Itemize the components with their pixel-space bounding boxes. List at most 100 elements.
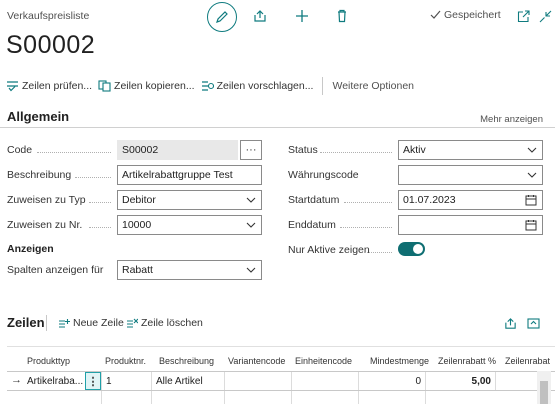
checkmark-icon [430, 10, 441, 19]
assign-type-label: Zuweisen zu Typ [7, 194, 117, 206]
cell-zeilenrabatt[interactable]: 5,00 [425, 372, 495, 390]
code-field: S00002 [117, 140, 238, 160]
status-value: Aktiv [403, 144, 426, 156]
description-label: Beschreibung [7, 169, 117, 181]
copy-lines-icon [98, 79, 111, 92]
description-field-row: Beschreibung [7, 165, 117, 185]
cell-produkttyp[interactable]: Artikelrabа... [23, 372, 87, 390]
lines-divider [46, 315, 47, 331]
cell-mindestmenge[interactable]: 0 [358, 372, 425, 390]
suggest-lines-icon [201, 80, 214, 91]
end-date-input[interactable] [398, 215, 543, 235]
table-row[interactable]: → Artikelrabа... ⋮ 1 Alle Artikel 0 5,00 [7, 371, 555, 391]
cell-variantencode[interactable] [224, 372, 291, 390]
share-button[interactable] [250, 6, 270, 26]
lines-expand-button[interactable] [523, 313, 543, 333]
new-line-button[interactable]: Neue Zeile [58, 317, 124, 329]
new-line-label: Neue Zeile [73, 317, 124, 329]
empty-cell[interactable] [358, 391, 425, 404]
vertical-scrollbar[interactable] [537, 371, 551, 404]
check-lines-icon [7, 80, 18, 91]
calendar-icon[interactable] [525, 219, 537, 231]
delete-line-button[interactable]: Zeile löschen [126, 317, 203, 329]
empty-cell[interactable] [101, 391, 151, 404]
collapse-button[interactable] [535, 6, 555, 26]
empty-row[interactable] [7, 391, 555, 404]
expand-icon [526, 317, 540, 329]
code-lookup-button[interactable]: ··· [240, 140, 262, 160]
empty-cell[interactable] [151, 391, 224, 404]
show-subheading: Anzeigen [7, 243, 54, 255]
check-lines-label: Zeilen prüfen... [22, 79, 93, 92]
start-date-input[interactable]: 01.07.2023 [398, 190, 543, 210]
share-icon [504, 317, 516, 329]
delete-line-label: Zeile löschen [141, 317, 203, 329]
empty-cell[interactable] [224, 391, 291, 404]
currency-field-row: Währungscode [288, 165, 398, 185]
lines-title[interactable]: Zeilen [7, 315, 45, 330]
col-header-variantencode[interactable]: Variantencode [228, 356, 285, 366]
cell-zeilenrabat[interactable] [495, 372, 537, 390]
check-lines-button[interactable]: Zeilen prüfen... [6, 80, 92, 92]
code-field-row: Code [7, 140, 117, 160]
active-only-label: Nur Aktive zeigen [288, 244, 398, 256]
end-date-label: Enddatum [288, 219, 398, 231]
edit-button[interactable] [207, 2, 237, 32]
saved-label: Gespeichert [444, 9, 501, 21]
suggest-lines-button[interactable]: Zeilen vorschlagen... [201, 79, 314, 92]
action-bar-divider [322, 76, 324, 95]
col-header-produkttyp[interactable]: Produkttyp [27, 356, 70, 366]
trash-icon [338, 9, 346, 23]
col-header-mindestmenge[interactable]: Mindestmenge [370, 356, 429, 366]
col-header-einheitencode[interactable]: Einheitencode [295, 356, 352, 366]
col-header-produktnr[interactable]: Produktnr. [105, 356, 146, 366]
start-date-value: 01.07.2023 [403, 194, 456, 206]
assign-no-field-row: Zuweisen zu Nr. [7, 215, 117, 235]
cell-beschreibung[interactable]: Alle Artikel [151, 372, 224, 390]
open-new-window-icon [517, 9, 530, 22]
chevron-down-icon [246, 222, 256, 228]
end-date-field-row: Enddatum [288, 215, 398, 235]
suggest-lines-label: Zeilen vorschlagen... [216, 79, 314, 92]
new-button[interactable] [292, 6, 312, 26]
calendar-icon[interactable] [525, 194, 537, 206]
code-label: Code [7, 144, 117, 156]
collapse-icon [539, 10, 551, 22]
currency-label: Währungscode [288, 169, 359, 181]
empty-cell[interactable] [291, 391, 358, 404]
row-actions-button[interactable]: ⋮ [85, 372, 101, 390]
pencil-icon [216, 11, 228, 23]
start-date-field-row: Startdatum [288, 190, 398, 210]
lines-share-button[interactable] [500, 313, 520, 333]
empty-cell[interactable] [425, 391, 495, 404]
grid-header: Produkttyp Produktnr. Beschreibung Varia… [7, 347, 555, 371]
assign-type-field-row: Zuweisen zu Typ [7, 190, 117, 210]
chevron-down-icon [527, 147, 537, 153]
assign-no-value: 10000 [122, 219, 152, 231]
currency-select[interactable] [398, 165, 543, 185]
more-options-button[interactable]: Weitere Optionen [332, 80, 414, 92]
status-select[interactable]: Aktiv [398, 140, 543, 160]
description-input[interactable]: Artikelrabattgruppe Test [117, 165, 262, 185]
breadcrumb: Verkaufspreisliste [7, 10, 90, 22]
cell-einheitencode[interactable] [291, 372, 358, 390]
assign-no-label: Zuweisen zu Nr. [7, 219, 117, 231]
col-header-zeilenrabatt[interactable]: Zeilenrabatt % [438, 356, 496, 366]
active-only-toggle[interactable] [398, 242, 425, 256]
copy-lines-button[interactable]: Zeilen kopieren... [98, 80, 195, 92]
scrollbar-thumb[interactable] [540, 381, 548, 404]
row-selector-arrow-icon[interactable]: → [11, 374, 22, 386]
col-header-beschreibung[interactable]: Beschreibung [159, 356, 214, 366]
chevron-down-icon [246, 267, 256, 273]
assign-no-select[interactable]: 10000 [117, 215, 262, 235]
open-new-window-button[interactable] [513, 6, 533, 26]
delete-button[interactable] [332, 6, 352, 26]
show-more-link[interactable]: Mehr anzeigen [480, 114, 543, 125]
general-section-title[interactable]: Allgemein [7, 109, 69, 124]
chevron-down-icon [527, 172, 537, 178]
cell-produktnr[interactable]: 1 [101, 372, 151, 390]
assign-type-select[interactable]: Debitor [117, 190, 262, 210]
share-icon [254, 10, 266, 22]
col-header-zeilenrabat[interactable]: Zeilenrabat [505, 356, 550, 366]
columns-select[interactable]: Rabatt [117, 260, 262, 280]
